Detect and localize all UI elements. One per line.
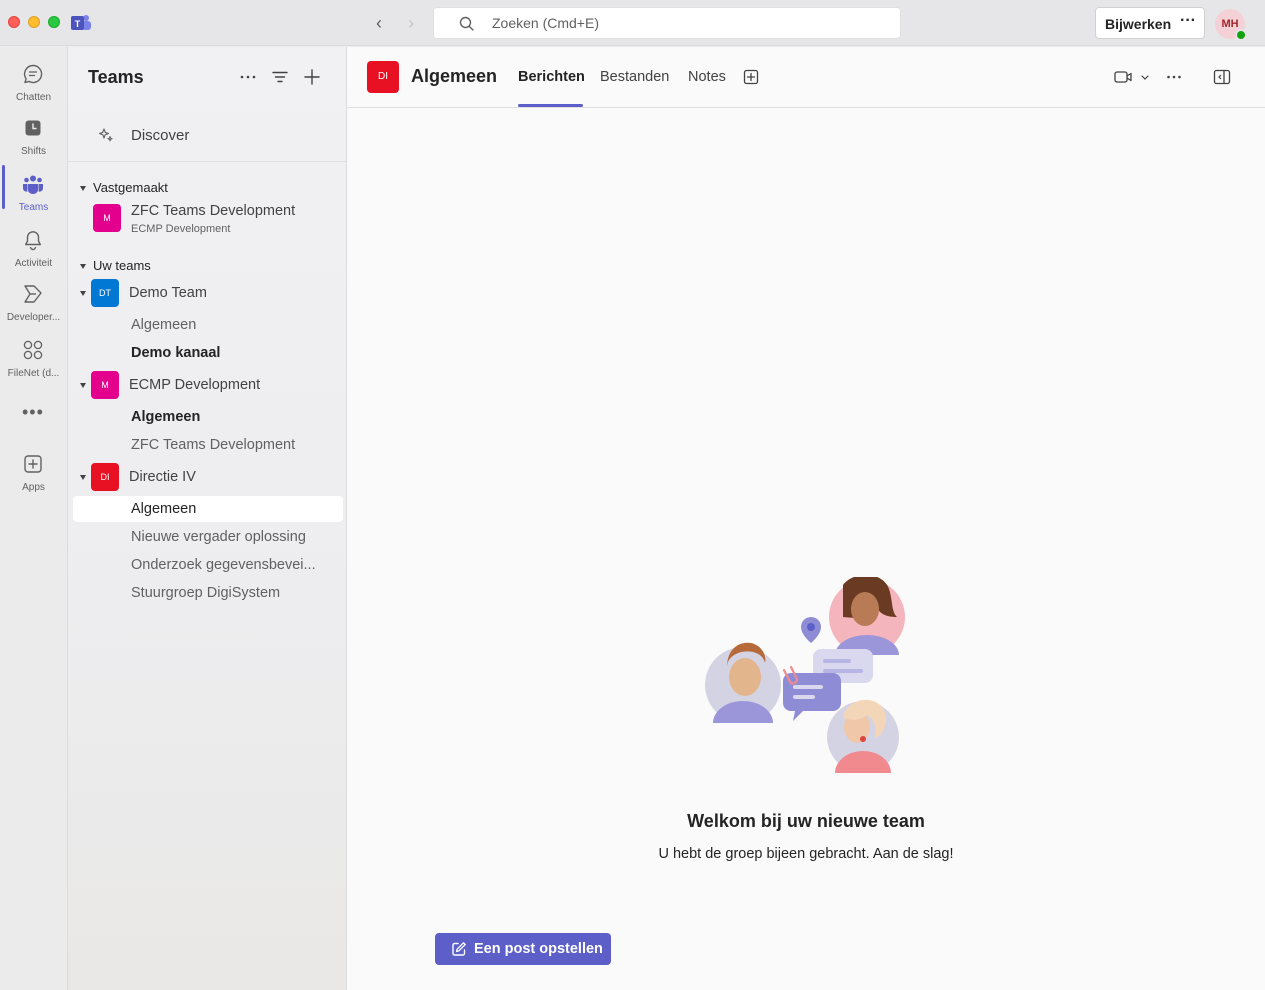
team-directie-iv[interactable]: DI Directie IV (80, 463, 340, 493)
more-apps-icon[interactable]: ••• (22, 402, 44, 423)
forward-arrow-icon[interactable]: › (401, 13, 421, 33)
rail-item-label: Developer... (6, 312, 61, 323)
team-avatar: DI (367, 61, 399, 93)
chevron-down-icon (80, 383, 86, 388)
discover-label: Discover (131, 127, 190, 144)
video-call-icon[interactable] (1114, 68, 1150, 86)
welcome-subtitle: U hebt de groep bijeen gebracht. Aan de … (658, 846, 954, 862)
chevron-down-icon (80, 475, 86, 480)
team-avatar: M (93, 204, 121, 232)
chat-icon (23, 64, 43, 84)
side-panel-icon[interactable] (1213, 68, 1231, 86)
tab-notes[interactable]: Notes (688, 69, 726, 85)
more-options-icon[interactable] (238, 67, 258, 87)
rail-item-label: Chatten (15, 92, 52, 103)
team-avatar: DT (91, 279, 119, 307)
new-post-button[interactable]: Een post opstellen (435, 933, 611, 965)
compose-icon (452, 942, 466, 956)
filter-icon[interactable] (270, 67, 290, 87)
rail-item-teams[interactable]: Teams (0, 165, 67, 219)
update-button-label: Bijwerken (1105, 16, 1172, 32)
pinned-channel-name: ZFC Teams Development (131, 203, 296, 219)
avatar-initials: MH (1221, 18, 1239, 30)
chevron-down-icon (80, 291, 86, 296)
add-icon[interactable] (302, 67, 322, 87)
channel-item[interactable]: Algemeen (131, 317, 196, 333)
search-icon (459, 16, 474, 31)
section-label: Uw teams (93, 258, 151, 273)
section-label: Vastgemaakt (93, 180, 168, 195)
more-options-icon[interactable] (1165, 68, 1183, 86)
presence-available-icon (1235, 29, 1247, 41)
title-bar: T ‹ › Bijwerken ··· MH (0, 0, 1265, 46)
more-options-icon[interactable]: ··· (1180, 12, 1196, 30)
team-avatar: M (91, 371, 119, 399)
team-demo-team[interactable]: DT Demo Team (80, 279, 340, 309)
rail-item-activity[interactable]: Activiteit (0, 221, 67, 275)
svg-text:T: T (75, 19, 81, 29)
search-input[interactable] (492, 8, 892, 38)
new-post-button-label: Een post opstellen (474, 941, 603, 957)
rail-item-developer-portal[interactable]: Developer... (0, 275, 67, 329)
update-button[interactable]: Bijwerken ··· (1095, 7, 1205, 39)
back-arrow-icon[interactable]: ‹ (369, 13, 389, 33)
selected-channel-highlight (73, 496, 343, 522)
team-name: Demo Team (129, 285, 207, 301)
chevron-down-icon (80, 264, 86, 270)
rail-item-label: Activiteit (14, 258, 53, 269)
section-pinned[interactable]: Vastgemaakt (80, 180, 168, 195)
welcome-illustration (705, 577, 905, 773)
search-box[interactable] (433, 7, 901, 39)
minimize-window-button[interactable] (28, 16, 40, 28)
rail-item-label: Shifts (20, 146, 46, 157)
channel-item[interactable]: Stuurgroep DigiSystem (131, 585, 280, 601)
apps-add-icon (24, 455, 42, 473)
pinned-team-name: ECMP Development (131, 223, 231, 235)
active-tab-indicator (518, 104, 583, 107)
team-name: Directie IV (129, 469, 196, 485)
team-name: ECMP Development (129, 377, 261, 393)
team-avatar: DI (91, 463, 119, 491)
teams-icon (22, 175, 44, 194)
rail-item-label: Teams (18, 202, 49, 213)
close-window-button[interactable] (8, 16, 20, 28)
teams-list-pane: Teams Discover Vastgemaakt M ZFC Teams D… (67, 47, 347, 990)
teams-logo-icon: T (71, 15, 91, 30)
developer-portal-icon (24, 285, 42, 303)
zoom-window-button[interactable] (48, 16, 60, 28)
pane-title: Teams (88, 67, 144, 87)
app-rail: Chatten Shifts Teams Activiteit Develope… (0, 47, 67, 990)
rail-item-label: FileNet (d... (7, 368, 60, 379)
add-tab-icon[interactable] (743, 68, 759, 86)
rail-item-apps[interactable]: Apps (0, 445, 67, 499)
rail-item-label: Apps (22, 482, 45, 493)
rail-item-shifts[interactable]: Shifts (0, 109, 67, 163)
avatar[interactable]: MH (1215, 9, 1247, 41)
channel-title: Algemeen (411, 66, 498, 86)
main-content: DI Algemeen Berichten Bestanden Notes We… (347, 47, 1265, 990)
bell-icon (25, 231, 41, 251)
channel-item[interactable]: Onderzoek gegevensbevei... (131, 557, 316, 573)
channel-item[interactable]: ZFC Teams Development (131, 437, 295, 453)
rail-item-filenet[interactable]: FileNet (d... (0, 331, 67, 385)
section-your-teams[interactable]: Uw teams (80, 258, 151, 273)
sparkle-icon (98, 128, 113, 142)
shifts-icon (25, 120, 41, 136)
chevron-down-icon (80, 186, 86, 192)
welcome-title: Welkom bij uw nieuwe team (687, 811, 925, 831)
channel-header: DI Algemeen Berichten Bestanden Notes (347, 47, 1265, 108)
divider (68, 161, 346, 162)
channel-item-selected[interactable]: Algemeen (131, 501, 196, 517)
channel-item[interactable]: Algemeen (131, 409, 200, 425)
rail-item-chat[interactable]: Chatten (0, 55, 67, 109)
team-ecmp-development[interactable]: M ECMP Development (80, 371, 340, 401)
channel-item[interactable]: Demo kanaal (131, 345, 220, 361)
channel-item[interactable]: Nieuwe vergader oplossing (131, 529, 306, 545)
tab-posts[interactable]: Berichten (518, 69, 585, 85)
filenet-icon (23, 340, 43, 360)
tab-files[interactable]: Bestanden (600, 69, 669, 85)
